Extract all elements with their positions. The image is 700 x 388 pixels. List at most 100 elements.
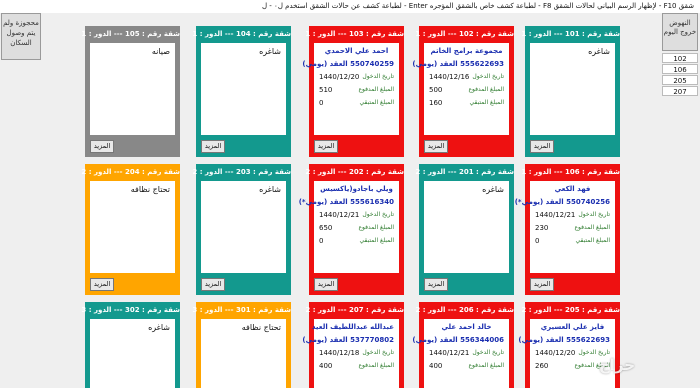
more-button[interactable]: المزيد xyxy=(424,278,448,291)
amount-paid: المبلغ المدفوع 510 xyxy=(319,86,394,94)
entry-date-value: 1440/12/21 xyxy=(429,349,470,357)
amount-paid-label: المبلغ المدفوع xyxy=(574,224,610,231)
amount-paid-label: المبلغ المدفوع xyxy=(358,362,394,369)
amount-remaining: المبلغ المتبقي 0 xyxy=(319,237,394,245)
entry-date: تاريخ الدخول 1440/12/20 xyxy=(319,73,394,81)
amount-paid: المبلغ المدفوع 400 xyxy=(429,362,504,370)
apartment-status: شاغره xyxy=(482,185,504,194)
amount-paid: المبلغ المدفوع 400 xyxy=(319,362,394,370)
contract-number: 555622693 العقد (يومي) xyxy=(412,60,504,68)
amount-remaining-value: 0 xyxy=(319,99,324,107)
amount-paid-value: 400 xyxy=(319,362,333,370)
apartment-card[interactable]: شقة رقم : 204 --- الدور : 2 تحتاج نظافه ال… xyxy=(81,164,180,295)
reserved-not-arrived-button[interactable]: محجوزة ولم يتم وصول السكان xyxy=(1,13,41,60)
apartment-card[interactable]: شقة رقم : 301 --- الدور : 3 تحتاج نظافه xyxy=(192,302,291,388)
amount-paid-label: المبلغ المدفوع xyxy=(358,86,394,93)
checkout-today-button[interactable]: النهوض خروج اليوم xyxy=(662,13,698,51)
entry-date-value: 1440/12/20 xyxy=(319,73,360,81)
entry-date-value: 1440/12/21 xyxy=(319,211,360,219)
amount-paid-label: المبلغ المدفوع xyxy=(468,362,504,369)
entry-date: تاريخ الدخول 1440/12/18 xyxy=(319,349,394,357)
apartment-details: فهد الكعي 550740256 العقد (يومي*) تاريخ ال… xyxy=(515,181,615,273)
apartment-details: شاغره xyxy=(530,43,615,135)
apartment-status: شاغره xyxy=(588,47,610,56)
checkout-item[interactable]: 205 xyxy=(662,75,698,85)
apartment-header: شقة رقم : 207 --- الدور : 2 xyxy=(305,306,404,314)
amount-remaining: المبلغ المتبقي 0 xyxy=(319,99,394,107)
apartment-card[interactable]: شقة رقم : 102 --- الدور : 1 مجموعة برامج … xyxy=(412,26,514,157)
apartment-card[interactable]: شقة رقم : 106 --- الدور : 1 فهد الكعي 5507… xyxy=(515,164,620,295)
apartment-card[interactable]: شقة رقم : 103 --- الدور : 1 احمد علي الاح… xyxy=(302,26,404,157)
amount-remaining-label: المبلغ المتبقي xyxy=(469,99,504,106)
amount-paid: المبلغ المدفوع 650 xyxy=(319,224,394,232)
contract-number: 556344006 العقد (يومي) xyxy=(412,336,504,344)
tenant-name: فهد الكعي xyxy=(554,185,591,193)
apartment-card[interactable]: شقة رقم : 202 --- الدور : 2 ويلي باجادو(ي… xyxy=(298,164,404,295)
apartment-card[interactable]: شقة رقم : 203 --- الدور : 2 شاغره المزيد xyxy=(192,164,291,295)
entry-date-value: 1440/12/16 xyxy=(429,73,470,81)
checkout-item[interactable]: 102 xyxy=(662,53,698,63)
apartment-details: شاغره xyxy=(424,181,509,273)
entry-date: تاريخ الدخول 1440/12/16 xyxy=(429,73,504,81)
more-button[interactable]: المزيد xyxy=(314,278,338,291)
apartment-header: شقة رقم : 105 --- الدور : 1 xyxy=(81,30,180,38)
tenant-name: خالد احمد علي xyxy=(441,323,492,331)
amount-remaining-value: 0 xyxy=(319,237,324,245)
entry-date-label: تاريخ الدخول xyxy=(362,73,394,80)
contract-number: 555616340 العقد (يومي*) xyxy=(298,198,394,206)
amount-paid-value: 650 xyxy=(319,224,333,232)
apartment-details: شاغره xyxy=(90,319,175,388)
apartment-card[interactable]: شقة رقم : 101 --- الدور : 1 شاغره المزيد xyxy=(521,26,620,157)
contract-number: 537770802 العقد (يومي) xyxy=(302,336,394,344)
more-button[interactable]: المزيد xyxy=(424,140,448,153)
apartment-card[interactable]: شقة رقم : 302 --- الدور : 3 شاغره xyxy=(81,302,180,388)
apartment-card[interactable]: شقة رقم : 206 --- الدور : 2 خالد احمد علي… xyxy=(412,302,514,388)
amount-paid: المبلغ المدفوع 230 xyxy=(535,224,610,232)
checkout-item[interactable]: 106 xyxy=(662,64,698,74)
more-button[interactable]: المزيد xyxy=(201,140,225,153)
checkout-list: 102 106 205 207 xyxy=(662,53,698,97)
apartment-header: شقة رقم : 106 --- الدور : 1 xyxy=(521,168,620,176)
more-button[interactable]: المزيد xyxy=(90,278,114,291)
apartment-header: شقة رقم : 202 --- الدور : 2 xyxy=(305,168,404,176)
amount-remaining-label: المبلغ المتبقي xyxy=(359,237,394,244)
apartment-details: شاغره xyxy=(201,43,286,135)
more-button[interactable]: المزيد xyxy=(530,278,554,291)
apartment-header: شقة رقم : 102 --- الدور : 1 xyxy=(415,30,514,38)
entry-date-label: تاريخ الدخول xyxy=(578,211,610,218)
top-instructions-bar: شقق F10 - لإظهار الرسم البياني لحالات ال… xyxy=(0,0,700,13)
contract-number: 550740259 العقد (يومي) xyxy=(302,60,394,68)
tenant-name: احمد علي الاحمدي xyxy=(324,47,389,55)
tenant-name: فايز علي العسيري xyxy=(540,323,605,331)
apartment-header: شقة رقم : 201 --- الدور : 2 xyxy=(415,168,514,176)
apartment-card[interactable]: شقة رقم : 201 --- الدور : 2 شاغره المزيد xyxy=(415,164,514,295)
amount-remaining-value: 160 xyxy=(429,99,443,107)
more-button[interactable]: المزيد xyxy=(201,278,225,291)
apartment-card[interactable]: شقة رقم : 207 --- الدور : 2 عبدالله عبدال… xyxy=(302,302,404,388)
entry-date-label: تاريخ الدخول xyxy=(362,211,394,218)
apartment-header: شقة رقم : 206 --- الدور : 2 xyxy=(415,306,514,314)
apartment-card[interactable]: شقة رقم : 105 --- الدور : 1 صيانه المزيد xyxy=(81,26,180,157)
entry-date-label: تاريخ الدخول xyxy=(472,349,504,356)
amount-remaining: المبلغ المتبقي 160 xyxy=(429,99,504,107)
apartment-status: تحتاج نظافه xyxy=(130,185,170,194)
checkout-item[interactable]: 207 xyxy=(662,86,698,96)
apartment-header: شقة رقم : 204 --- الدور : 2 xyxy=(81,168,180,176)
apartment-details: عبدالله عبداللطيف العيد 537770802 العقد (… xyxy=(302,319,399,388)
apartment-details: خالد احمد علي 556344006 العقد (يومي) تاريخ… xyxy=(412,319,509,388)
amount-paid-value: 230 xyxy=(535,224,549,232)
watermark-logo: حراج xyxy=(598,356,635,374)
amount-remaining-label: المبلغ المتبقي xyxy=(575,237,610,244)
apartment-card[interactable]: شقة رقم : 104 --- الدور : 1 شاغره المزيد xyxy=(192,26,291,157)
apartment-details: مجموعة برامج الخاتم 555622693 العقد (يومي… xyxy=(412,43,509,135)
amount-remaining-value: 0 xyxy=(535,237,540,245)
apartment-details: احمد علي الاحمدي 550740259 العقد (يومي) تا… xyxy=(302,43,399,135)
tenant-name: عبدالله عبداللطيف العيد xyxy=(311,323,394,331)
more-button[interactable]: المزيد xyxy=(90,140,114,153)
apartment-header: شقة رقم : 101 --- الدور : 1 xyxy=(521,30,620,38)
entry-date: تاريخ الدخول 1440/12/21 xyxy=(319,211,394,219)
more-button[interactable]: المزيد xyxy=(530,140,554,153)
more-button[interactable]: المزيد xyxy=(314,140,338,153)
entry-date: تاريخ الدخول 1440/12/21 xyxy=(535,211,610,219)
entry-date: تاريخ الدخول 1440/12/21 xyxy=(429,349,504,357)
